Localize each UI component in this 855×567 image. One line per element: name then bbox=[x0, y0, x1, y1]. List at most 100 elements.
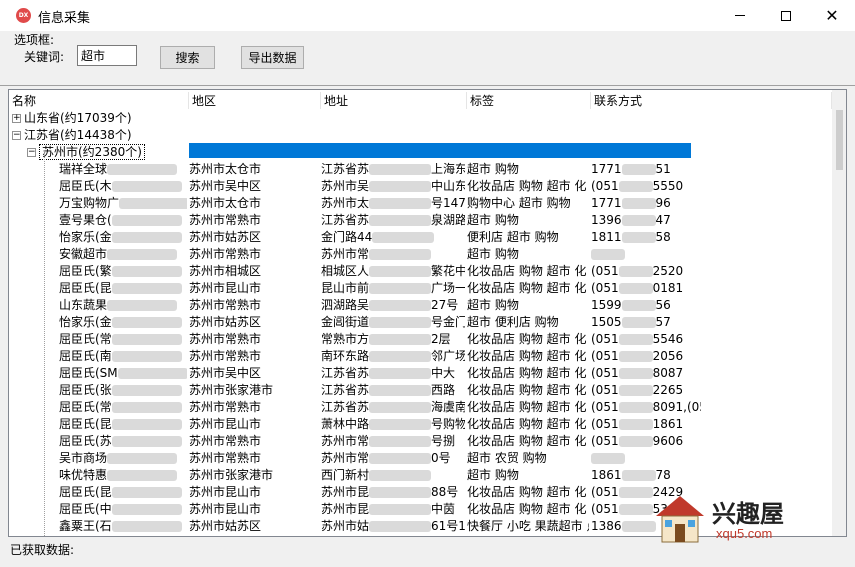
cell-text: 屈臣氏(苏 bbox=[59, 434, 112, 448]
table-row[interactable]: 屈臣氏(繁 苏州市相城区 相城区人 繁花中 化妆品店 购物 超市 化 (051 2520 bbox=[9, 263, 833, 280]
cell-text: 中茵 bbox=[431, 502, 456, 516]
tree-node-jiangsu[interactable]: − 江苏省(约14438个) bbox=[9, 127, 833, 144]
export-data-button[interactable]: 导出数据 bbox=[241, 46, 304, 69]
redacted-text bbox=[372, 232, 435, 243]
cell-tags: 化妆品店 购物 超市 化 bbox=[467, 365, 589, 382]
cell-text: 苏州市常熟市 bbox=[189, 349, 262, 363]
redacted-text bbox=[618, 402, 653, 413]
table-row[interactable]: 味优特惠 苏州市张家港市 西门新村 超市 购物 1861 78 bbox=[9, 467, 833, 484]
cell-text: 屈臣氏(中 bbox=[59, 502, 112, 516]
scrollbar-thumb[interactable] bbox=[836, 110, 843, 170]
cell-text: 江苏省苏 bbox=[321, 213, 370, 227]
cell-text: 超市 购物 bbox=[467, 298, 519, 312]
cell-text: 相城区人 bbox=[321, 264, 370, 278]
tree-rows: + 山东省(约17039个) − 江苏省(约14438个) − 苏州市(约2380个)… bbox=[9, 110, 833, 535]
cell-text: (051 bbox=[591, 349, 619, 363]
redacted-text bbox=[618, 487, 653, 498]
cell-text: 51 bbox=[655, 162, 671, 176]
redacted-text bbox=[621, 300, 656, 311]
cell-contact bbox=[591, 450, 701, 467]
column-region[interactable]: 地区 bbox=[189, 92, 321, 109]
redacted-text bbox=[618, 504, 653, 515]
cell-contact: (051 0181 bbox=[591, 280, 701, 297]
table-row[interactable]: 怡家乐(金 苏州市姑苏区 金门路44 便利店 超市 购物 1811 58 bbox=[9, 229, 833, 246]
table-row[interactable]: 屈臣氏(常 苏州市常熟市 江苏省苏 海虞南 化妆品店 购物 超市 化 (051 8091,(… bbox=[9, 399, 833, 416]
minimize-button[interactable] bbox=[717, 0, 763, 31]
table-row[interactable]: 壹号果仓(苏州市常熟市 江苏省苏 泉湖路 超市 购物 1396 47 bbox=[9, 212, 833, 229]
cell-text: 安徽超市 bbox=[59, 247, 108, 261]
table-row[interactable]: 屈臣氏(SM 苏州市吴中区 江苏省苏 中大 化妆品店 购物 超市 化 (051 8087 bbox=[9, 365, 833, 382]
cell-name: 屈臣氏(常 bbox=[59, 399, 187, 416]
cell-text: 号捌 bbox=[431, 434, 456, 448]
cell-text: 屈臣氏(常 bbox=[59, 400, 112, 414]
cell-text: 化妆品店 购物 超市 化 bbox=[467, 332, 587, 346]
cell-address: 苏州市姑 61号1 bbox=[321, 518, 465, 535]
cell-tags: 购物中心 超市 购物 bbox=[467, 195, 589, 212]
tree-node-label: 山东省(约17039个) bbox=[24, 111, 132, 125]
cell-text: 苏州市张家港市 bbox=[189, 383, 274, 397]
collapse-icon[interactable]: − bbox=[12, 131, 21, 140]
cell-text: 5550 bbox=[652, 179, 684, 193]
table-row[interactable]: 山东蔬果 苏州市常熟市 泗湖路吴 27号 超市 购物 1599 56 bbox=[9, 297, 833, 314]
table-row[interactable]: 屈臣氏(张 苏州市张家港市 江苏省苏 西路 化妆品店 购物 超市 化 (051 2265 bbox=[9, 382, 833, 399]
cell-text: 超市 便利店 购物 bbox=[467, 315, 559, 329]
cell-text: 5546 bbox=[652, 332, 684, 346]
cell-name: 屈臣氏(张 bbox=[59, 382, 187, 399]
table-row[interactable]: 安徽超市 苏州市常熟市 苏州市常 超市 购物 bbox=[9, 246, 833, 263]
table-row[interactable]: 万宝购物广 苏州市太仓市 苏州市太 号147号购物中心 超市 购物 1771 96 bbox=[9, 195, 833, 212]
redacted-text bbox=[618, 419, 653, 430]
search-button[interactable]: 搜索 bbox=[160, 46, 215, 69]
redacted-text bbox=[369, 351, 432, 362]
table-row[interactable]: 屈臣氏(常 苏州市常熟市 常熟市方 2层 化妆品店 购物 超市 化 (051 5546 bbox=[9, 331, 833, 348]
cell-text: 78 bbox=[655, 468, 671, 482]
table-row[interactable]: 瑞祥全球 苏州市太仓市 江苏省苏 上海东 超市 购物 1771 51 bbox=[9, 161, 833, 178]
cell-region: 苏州市太仓市 bbox=[189, 195, 319, 212]
cell-text: 58 bbox=[655, 230, 671, 244]
cell-region: 苏州市姑苏区 bbox=[189, 229, 319, 246]
table-row[interactable]: 屈臣氏(昆 苏州市昆山市 昆山市前 广场一 化妆品店 购物 超市 化 (051 0181 bbox=[9, 280, 833, 297]
table-row[interactable]: 屈臣氏(木 苏州市吴中区 苏州市吴 中山东 化妆品店 购物 超市 化 (051 5550 bbox=[9, 178, 833, 195]
cell-address: 江苏省苏 泉湖路 bbox=[321, 212, 465, 229]
cell-address: 苏州市昆 中茵 bbox=[321, 501, 465, 518]
column-name[interactable]: 名称 bbox=[9, 92, 189, 109]
column-address[interactable]: 地址 bbox=[321, 92, 467, 109]
cell-region: 苏州市常熟市 bbox=[189, 246, 319, 263]
cell-name: 山东蔬果 bbox=[59, 297, 187, 314]
cell-address: 萧林中路 号购物 bbox=[321, 416, 465, 433]
cell-text: 号147号 bbox=[431, 196, 465, 210]
cell-text: (051 bbox=[591, 332, 619, 346]
cell-region: 苏州市昆山市 bbox=[189, 501, 319, 518]
maximize-button[interactable] bbox=[763, 0, 809, 31]
cell-text: (051 bbox=[591, 434, 619, 448]
cell-text: 苏州市昆山市 bbox=[189, 281, 262, 295]
vertical-scrollbar[interactable] bbox=[832, 90, 846, 536]
title-bar: DX 信息采集 ✕ bbox=[0, 0, 855, 31]
column-contact[interactable]: 联系方式 bbox=[591, 92, 832, 109]
cell-text: 96 bbox=[655, 196, 671, 210]
expand-icon[interactable]: + bbox=[12, 114, 21, 123]
cell-address: 江苏省苏 上海东 bbox=[321, 161, 465, 178]
cell-text: 2520 bbox=[652, 264, 684, 278]
selection-highlight bbox=[189, 143, 691, 158]
keyword-input[interactable] bbox=[77, 45, 137, 66]
cell-text: 苏州市常 bbox=[321, 247, 370, 261]
tree-node-shandong[interactable]: + 山东省(约17039个) bbox=[9, 110, 833, 127]
table-row[interactable]: 屈臣氏(苏 苏州市常熟市 苏州市常 号捌 化妆品店 购物 超市 化 (051 9606 bbox=[9, 433, 833, 450]
table-row[interactable]: 屈臣氏(昆 苏州市昆山市 萧林中路 号购物 化妆品店 购物 超市 化 (051 1861 bbox=[9, 416, 833, 433]
redacted-text bbox=[369, 521, 432, 532]
cell-region: 苏州市吴中区 bbox=[189, 178, 319, 195]
table-row[interactable]: 怡家乐(金 苏州市姑苏区 金阊街道 号金门 超市 便利店 购物 1505 57 bbox=[9, 314, 833, 331]
cell-text: 苏州市常熟市 bbox=[189, 247, 262, 261]
redacted-text bbox=[369, 266, 432, 277]
table-row[interactable]: 屈臣氏(南 苏州市常熟市 南环东路 邻广场 化妆品店 购物 超市 化 (051 2056 bbox=[9, 348, 833, 365]
minimize-icon bbox=[735, 15, 745, 16]
cell-text: 瑞祥全球 bbox=[59, 162, 108, 176]
table-row[interactable]: 吴市商场 苏州市常熟市 苏州市常 0号 超市 农贸 购物 bbox=[9, 450, 833, 467]
close-button[interactable]: ✕ bbox=[809, 0, 855, 31]
redacted-text bbox=[111, 504, 182, 515]
results-treelist[interactable]: 名称 地区 地址 标签 联系方式 + 山东省(约17039个) − 江苏省(约144… bbox=[8, 89, 847, 537]
cell-text: 广场一 bbox=[431, 281, 465, 295]
column-tags[interactable]: 标签 bbox=[467, 92, 591, 109]
collapse-icon[interactable]: − bbox=[27, 148, 36, 157]
cell-text: 化妆品店 购物 超市 化 bbox=[467, 400, 587, 414]
